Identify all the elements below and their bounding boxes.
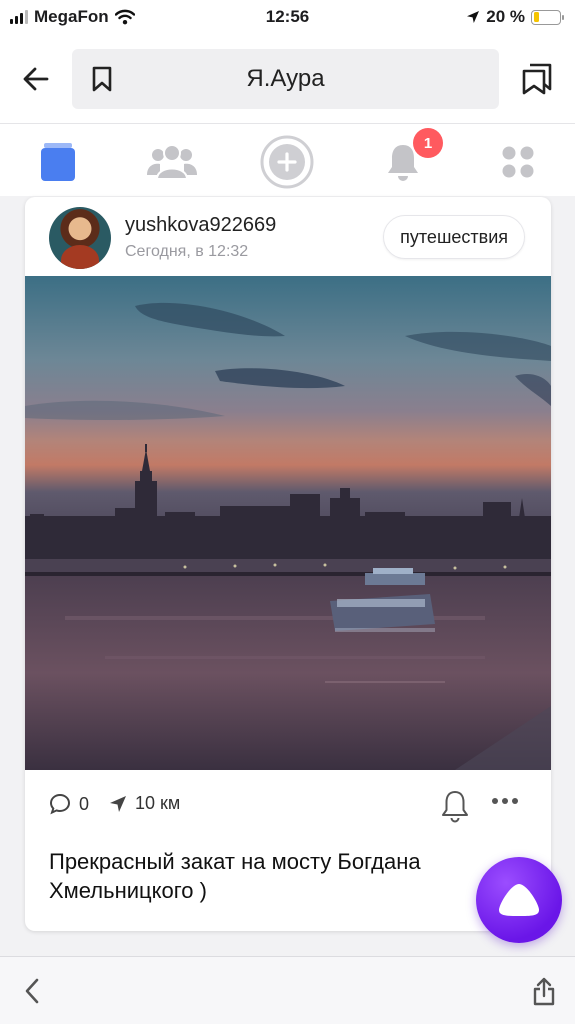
battery-level (533, 12, 539, 22)
post-text: Прекрасный закат на мосту Богдана Хмельн… (49, 849, 421, 903)
collections-icon (522, 63, 552, 94)
cell-signal-icon (10, 10, 28, 24)
avatar[interactable] (49, 207, 111, 269)
location-arrow-icon (110, 795, 126, 812)
distance-value: 10 км (135, 793, 181, 813)
collections-button[interactable] (499, 49, 575, 109)
bookmark-button[interactable] (72, 49, 132, 109)
post-author[interactable]: yushkova922669 (125, 214, 276, 237)
chevron-left-icon (25, 978, 39, 1004)
status-bar: MegaFon 12:56 20 % (0, 0, 575, 34)
location-arrow-icon (466, 10, 480, 24)
feed-icon (41, 143, 75, 181)
tab-feed[interactable] (28, 132, 88, 192)
browser-back-button[interactable] (12, 971, 52, 1011)
share-icon (533, 977, 555, 1006)
address-bar[interactable]: Я.Аура (72, 48, 499, 109)
post-photo[interactable] (25, 276, 551, 770)
tab-create-post[interactable] (257, 132, 317, 192)
more-options-button[interactable] (491, 797, 519, 805)
arrow-left-icon (23, 67, 49, 90)
category-tag[interactable]: путешествия (383, 215, 525, 259)
post-card: yushkova922669 Сегодня, в 12:32 путешест… (25, 197, 551, 931)
post-actions: 0 10 км (25, 787, 551, 827)
page-title: Я.Аура (246, 64, 325, 92)
wifi-icon (114, 9, 135, 25)
app-header: Я.Аура (0, 34, 575, 124)
battery-icon (531, 9, 564, 25)
comment-icon (49, 793, 71, 815)
battery-percent: 20 % (486, 7, 525, 26)
plus-circle-icon (260, 135, 314, 189)
share-button[interactable] (524, 971, 564, 1011)
post-timestamp: Сегодня, в 12:32 (125, 243, 249, 260)
bell-outline-icon (442, 791, 468, 823)
comments-button[interactable]: 0 (49, 793, 89, 815)
tab-notifications[interactable]: 1 (373, 128, 443, 192)
people-icon (147, 144, 197, 180)
alice-icon (499, 884, 539, 916)
section-tabs: 1 (0, 124, 575, 196)
notification-badge: 1 (413, 128, 443, 158)
carrier-name: MegaFon (34, 7, 109, 26)
apps-grid-icon (502, 146, 534, 178)
subscribe-button[interactable] (441, 789, 469, 823)
alice-assistant-button[interactable] (476, 857, 562, 943)
back-button[interactable] (0, 49, 72, 109)
tab-people[interactable] (142, 132, 202, 192)
distance-info: 10 км (109, 793, 180, 814)
bookmark-icon (92, 66, 112, 91)
tab-apps[interactable] (488, 132, 548, 192)
comments-count: 0 (79, 793, 90, 814)
post-header: yushkova922669 Сегодня, в 12:32 путешест… (25, 197, 551, 277)
more-dots-icon (492, 798, 518, 804)
browser-toolbar (0, 956, 575, 1024)
